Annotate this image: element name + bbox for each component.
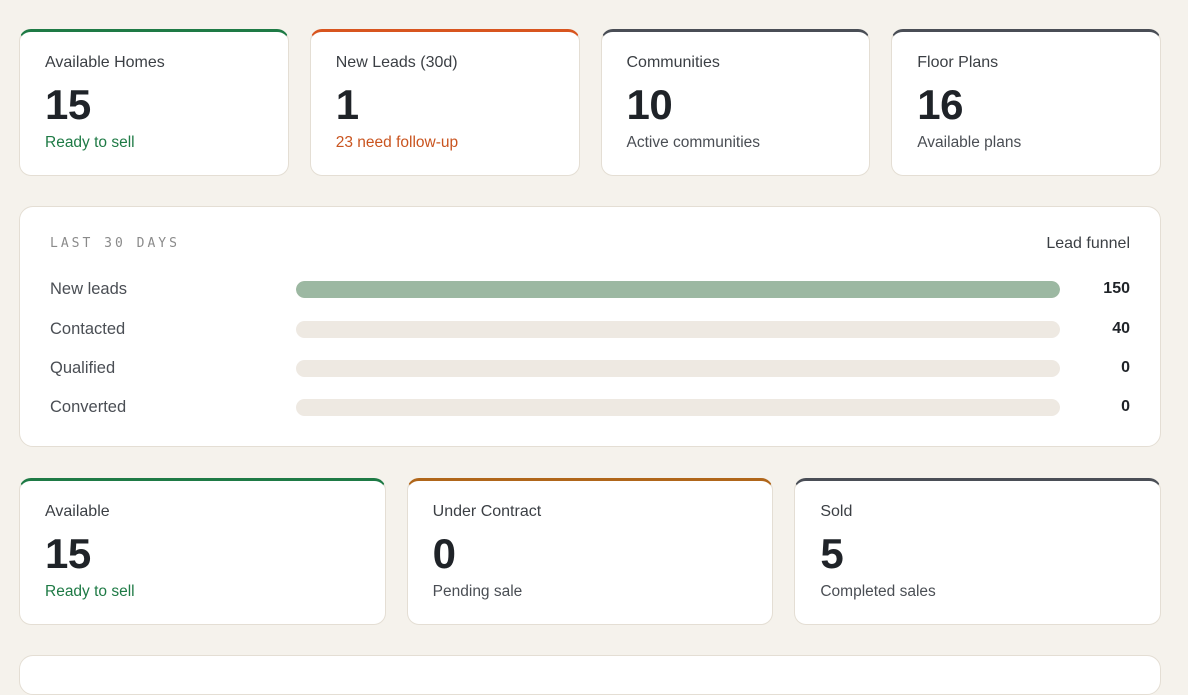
funnel-row-qualified: Qualified 0 (50, 357, 1130, 379)
funnel-bar-track (296, 359, 1060, 377)
funnel-row-count: 40 (1112, 320, 1130, 337)
stat-label: Floor Plans (917, 54, 999, 71)
stat-card-sold[interactable]: Sold 5 Completed sales (794, 478, 1162, 625)
stat-label: Available Homes (45, 54, 165, 71)
stat-label: Under Contract (432, 503, 542, 520)
stat-card-floor-plans[interactable]: Floor Plans 16 Available plans (891, 29, 1161, 176)
stat-value: 15 (45, 81, 91, 128)
stat-label: Communities (626, 54, 720, 71)
funnel-row-new-leads: New leads 150 (50, 278, 1130, 300)
funnel-bar-track (296, 280, 1060, 298)
bottom-stats-row: Available 15 Ready to sell Under Contrac… (19, 478, 1162, 625)
stat-subtext: Completed sales (820, 583, 936, 600)
stat-subtext: Active communities (626, 134, 761, 151)
stat-card-available-homes[interactable]: Available Homes 15 Ready to sell (19, 29, 289, 176)
funnel-row-count: 0 (1121, 398, 1130, 415)
funnel-row-label: Converted (50, 397, 127, 416)
stat-subtext: Available plans (917, 134, 1022, 151)
lead-funnel-panel: LAST 30 DAYS Lead funnel New leads 150 C… (19, 206, 1161, 447)
stat-subtext: 23 need follow-up (335, 134, 459, 151)
stat-value: 5 (820, 530, 844, 577)
stat-value: 15 (45, 530, 91, 577)
funnel-row-label: Qualified (50, 358, 116, 377)
funnel-bar-track (296, 398, 1060, 416)
next-panel-partial (19, 655, 1161, 695)
funnel-row-contacted: Contacted 40 (50, 318, 1130, 340)
stat-value: 16 (917, 81, 963, 128)
stat-label: New Leads (30d) (335, 54, 458, 71)
stat-card-available[interactable]: Available 15 Ready to sell (19, 478, 386, 625)
funnel-period-label: LAST 30 DAYS (50, 236, 180, 251)
stat-card-under-contract[interactable]: Under Contract 0 Pending sale (406, 478, 774, 625)
funnel-bar-track (296, 320, 1060, 338)
funnel-row-count: 150 (1103, 280, 1130, 297)
stat-label: Available (45, 503, 110, 520)
stat-subtext: Ready to sell (45, 583, 135, 600)
funnel-bar-fill (296, 280, 1060, 298)
funnel-row-label: Contacted (50, 319, 126, 338)
stat-subtext: Ready to sell (45, 134, 135, 151)
stat-card-new-leads[interactable]: New Leads (30d) 1 23 need follow-up (309, 29, 580, 176)
stat-value: 1 (335, 81, 359, 128)
stat-value: 10 (626, 81, 673, 128)
funnel-row-label: New leads (50, 279, 128, 298)
stat-subtext: Pending sale (432, 583, 523, 600)
top-stats-row: Available Homes 15 Ready to sell New Lea… (19, 29, 1161, 176)
funnel-title: Lead funnel (1046, 235, 1130, 252)
funnel-row-converted: Converted 0 (50, 396, 1130, 418)
stat-value: 0 (432, 530, 456, 577)
stat-card-communities[interactable]: Communities 10 Active communities (600, 29, 871, 176)
stat-label: Sold (820, 503, 853, 520)
funnel-row-count: 0 (1121, 359, 1130, 376)
